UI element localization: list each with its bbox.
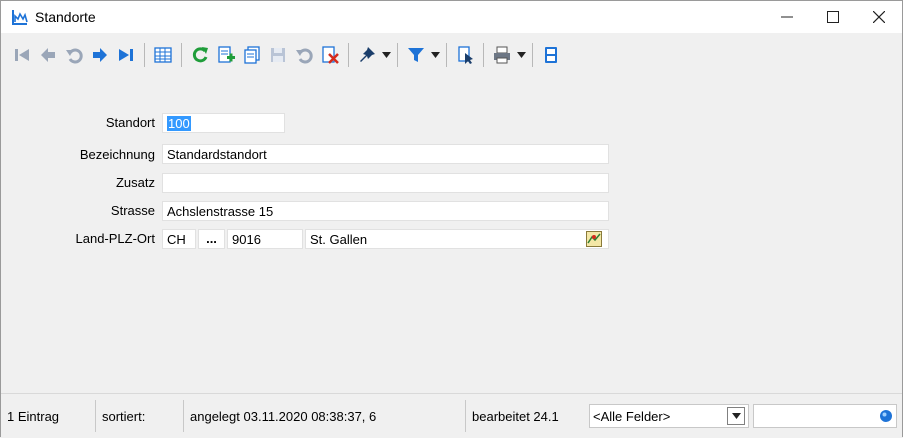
undo-button[interactable]	[62, 43, 86, 67]
document-pointer-icon	[458, 46, 473, 64]
refresh-icon	[192, 47, 208, 63]
table-view-icon	[154, 47, 172, 63]
new-record-icon	[218, 46, 235, 63]
previous-record-button[interactable]	[36, 43, 60, 67]
standort-field[interactable]: 100	[162, 113, 285, 133]
pin-icon	[360, 47, 375, 62]
next-record-button[interactable]	[88, 43, 112, 67]
chevron-down-icon	[731, 413, 741, 419]
bezeichnung-label: Bezeichnung	[79, 147, 155, 162]
status-edited: bearbeitet 24.1	[472, 408, 559, 424]
undo-icon	[66, 48, 83, 64]
status-count: 1 Eintrag	[1, 400, 96, 432]
ort-field[interactable]: St. Gallen	[305, 229, 609, 249]
toolbar-separator	[181, 43, 182, 67]
toolbar	[1, 33, 902, 77]
maximize-button[interactable]	[810, 1, 856, 33]
status-bar: 1 Eintrag sortiert: angelegt 03.11.2020 …	[1, 393, 902, 438]
minimize-icon	[781, 16, 793, 18]
standort-label: Standort	[105, 115, 155, 130]
new-record-button[interactable]	[214, 43, 238, 67]
delete-record-icon	[322, 46, 339, 64]
toolbar-separator	[144, 43, 145, 67]
first-record-button[interactable]	[10, 43, 34, 67]
title-bar: Standorte	[1, 1, 902, 33]
field-select[interactable]: <Alle Felder>	[589, 404, 749, 428]
toolbar-separator	[348, 43, 349, 67]
copy-record-button[interactable]	[240, 43, 264, 67]
filter-button[interactable]	[404, 43, 428, 67]
status-created: angelegt 03.11.2020 08:38:37, 6	[184, 400, 466, 432]
pin-dropdown[interactable]	[380, 43, 392, 67]
search-icon[interactable]	[879, 409, 893, 423]
toolbar-separator	[397, 43, 398, 67]
last-record-button[interactable]	[114, 43, 138, 67]
save-icon	[271, 48, 285, 62]
refresh-button[interactable]	[188, 43, 212, 67]
filter-icon	[408, 48, 424, 62]
map-icon[interactable]	[586, 231, 602, 247]
bezeichnung-field[interactable]: Standardstandort	[162, 144, 609, 164]
exit-button[interactable]	[539, 43, 563, 67]
pin-button[interactable]	[355, 43, 379, 67]
print-icon	[494, 46, 510, 64]
plz-field[interactable]: 9016	[227, 229, 303, 249]
minimize-button[interactable]	[764, 1, 810, 33]
field-select-value: <Alle Felder>	[593, 408, 671, 424]
toolbar-separator	[446, 43, 447, 67]
chevron-down-icon	[381, 52, 391, 58]
status-sorted: sortiert:	[96, 400, 184, 432]
chevron-down-icon	[516, 52, 526, 58]
search-input[interactable]	[753, 404, 897, 428]
zusatz-field[interactable]	[162, 173, 609, 193]
save-button[interactable]	[266, 43, 290, 67]
exit-icon	[545, 47, 557, 63]
land-field[interactable]: CH	[162, 229, 196, 249]
strasse-field[interactable]: Achslenstrasse 15	[162, 201, 609, 221]
toolbar-separator	[532, 43, 533, 67]
delete-record-button[interactable]	[318, 43, 342, 67]
window-title: Standorte	[35, 9, 96, 25]
toolbar-separator	[483, 43, 484, 67]
copy-record-icon	[244, 46, 260, 64]
standort-value: 100	[167, 116, 191, 131]
land-lookup-button[interactable]: ...	[198, 229, 225, 249]
close-icon	[873, 11, 885, 23]
previous-record-icon	[41, 48, 55, 62]
table-view-button[interactable]	[151, 43, 175, 67]
ort-value: St. Gallen	[310, 232, 368, 247]
print-dropdown[interactable]	[515, 43, 527, 67]
window: Standorte Standort 100 Bezeichnung Stand…	[0, 0, 903, 438]
close-button[interactable]	[856, 1, 902, 33]
land-plz-ort-label: Land-PLZ-Ort	[75, 231, 155, 246]
revert-icon	[296, 48, 313, 64]
document-pointer-button[interactable]	[453, 43, 477, 67]
last-record-icon	[119, 49, 133, 61]
first-record-icon	[15, 49, 29, 61]
app-icon	[12, 10, 28, 25]
field-select-dropdown-button[interactable]	[727, 407, 745, 425]
record-form: Standort 100 Bezeichnung Standardstandor…	[1, 77, 902, 393]
filter-dropdown[interactable]	[429, 43, 441, 67]
maximize-icon	[827, 11, 839, 23]
chevron-down-icon	[430, 52, 440, 58]
zusatz-label: Zusatz	[115, 175, 155, 190]
strasse-label: Strasse	[110, 203, 155, 218]
revert-button[interactable]	[292, 43, 316, 67]
next-record-icon	[93, 48, 107, 62]
print-button[interactable]	[490, 43, 514, 67]
